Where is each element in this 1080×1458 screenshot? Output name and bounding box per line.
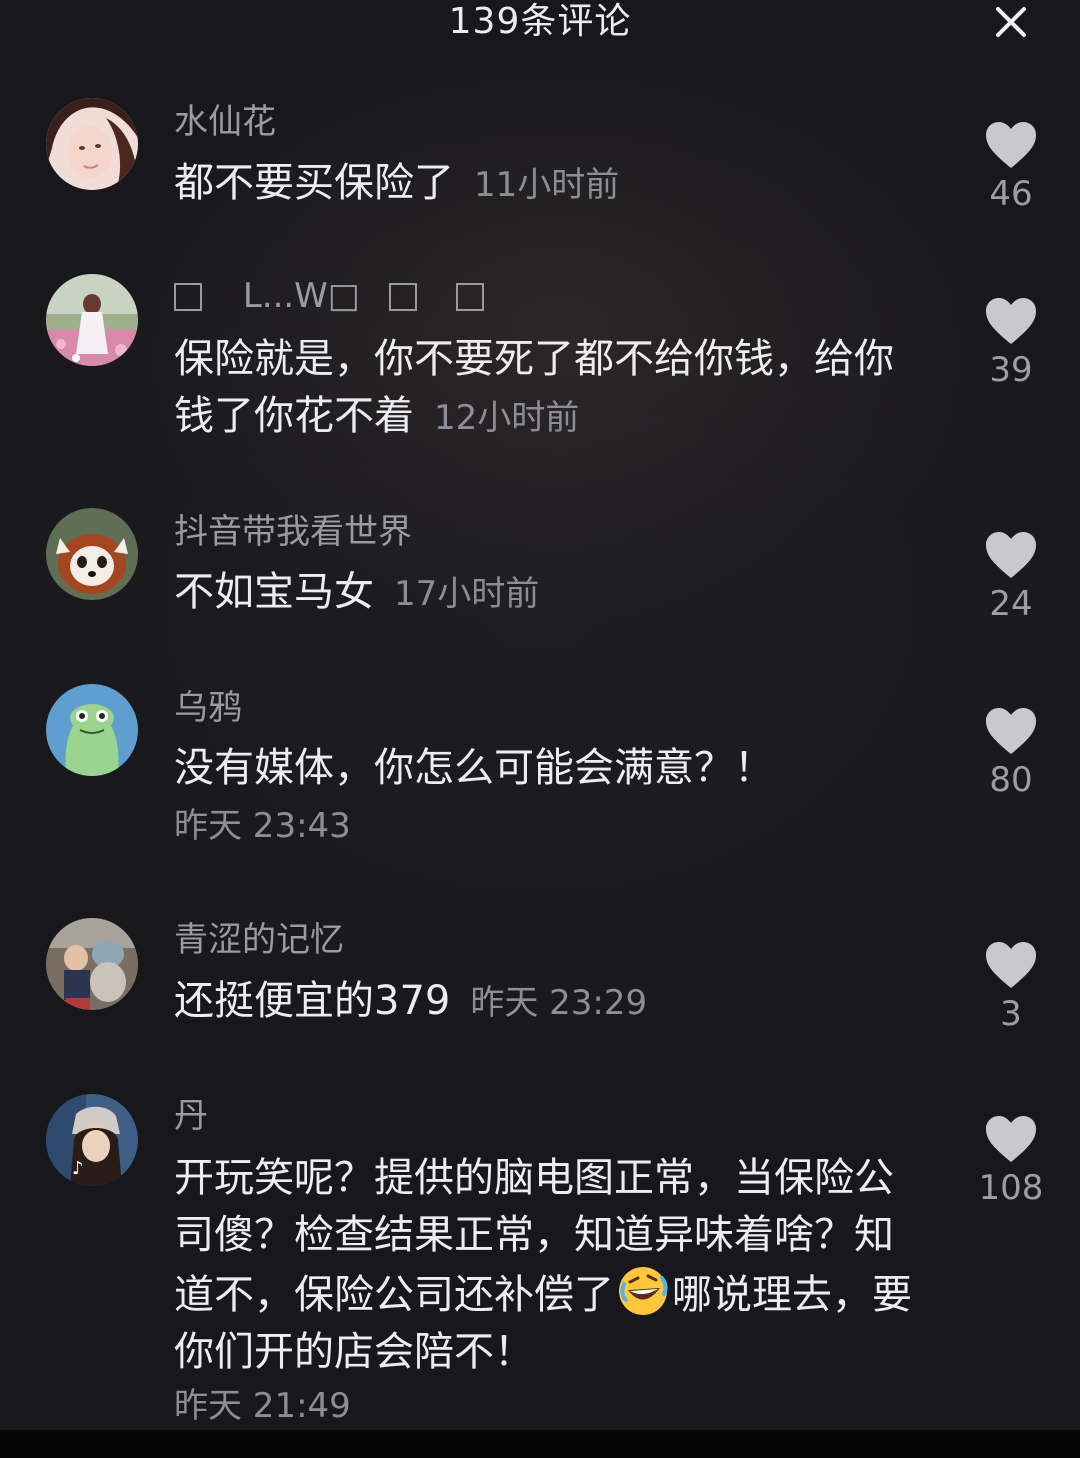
like-button[interactable]: 24: [970, 530, 1052, 624]
comment-username[interactable]: 抖音带我看世界: [174, 510, 412, 554]
avatar[interactable]: [46, 918, 138, 1010]
svg-text:♪: ♪: [72, 1158, 84, 1179]
comment-body: 还挺便宜的379 昨天 23:29: [174, 973, 924, 1032]
comment-body: 开玩笑呢？提供的脑电图正常，当保险公司傻？检查结果正常，知道异味着啥？知道不，保…: [174, 1150, 924, 1381]
comment-time: 昨天 23:29: [470, 983, 648, 1023]
heart-icon: [986, 708, 1036, 754]
like-count: 108: [978, 1168, 1044, 1208]
comment-time: 昨天 21:49: [174, 1386, 351, 1426]
comment-text: 还挺便宜的379: [174, 978, 451, 1024]
comment-body: 不如宝马女 17小时前: [174, 564, 924, 623]
heart-icon: [986, 942, 1036, 988]
avatar[interactable]: [46, 274, 138, 366]
username-segment: L...W□: [242, 276, 360, 316]
heart-icon: [986, 1116, 1036, 1162]
like-button[interactable]: 39: [970, 296, 1052, 390]
avatar[interactable]: [46, 98, 138, 190]
avatar[interactable]: [46, 684, 138, 776]
comment-body: 没有媒体，你怎么可能会满意？！: [174, 740, 924, 797]
comments-count-title: 139条评论: [448, 1, 632, 42]
unrendered-glyph: [455, 283, 484, 311]
like-count: 24: [989, 584, 1033, 624]
like-count: 46: [989, 174, 1033, 214]
comment-time: 17小时前: [394, 574, 540, 614]
rolling-on-floor-laughing-emoji: [619, 1267, 668, 1315]
unrendered-glyph: [174, 283, 202, 311]
like-button[interactable]: 108: [970, 1114, 1052, 1208]
heart-icon: [986, 532, 1036, 578]
comment-time: 11小时前: [474, 165, 620, 205]
comment-time: 昨天 23:43: [174, 806, 351, 846]
unrendered-glyph: [388, 283, 417, 311]
heart-icon: [986, 298, 1036, 344]
comment-username[interactable]: 青涩的记忆: [174, 918, 344, 962]
comment-username[interactable]: 丹: [174, 1094, 208, 1138]
comment-text: 没有媒体，你怎么可能会满意？！: [174, 745, 774, 791]
like-count: 80: [989, 760, 1033, 800]
comment-text: 都不要买保险了: [174, 160, 454, 206]
like-button[interactable]: 46: [970, 120, 1052, 214]
comment-username[interactable]: 水仙花: [174, 100, 276, 144]
comments-panel: 139条评论 水仙花 都不要买保险了 11小时前 46 L...W□ 保险就是，…: [0, 0, 1080, 1430]
avatar[interactable]: [46, 508, 138, 600]
avatar[interactable]: ♪: [46, 1094, 138, 1186]
comment-text: 不如宝马女: [174, 569, 374, 615]
heart-icon: [986, 122, 1036, 168]
like-button[interactable]: 80: [970, 706, 1052, 800]
comment-username[interactable]: 乌鸦: [174, 686, 242, 730]
comment-body: 保险就是，你不要死了都不给你钱，给你钱了你花不着 12小时前: [174, 331, 924, 447]
close-icon[interactable]: [990, 2, 1032, 42]
like-count: 3: [1000, 994, 1022, 1034]
comment-time: 12小时前: [434, 398, 580, 438]
comment-username[interactable]: L...W□: [174, 274, 484, 318]
like-count: 39: [989, 350, 1033, 390]
comment-body: 都不要买保险了 11小时前: [174, 155, 924, 214]
like-button[interactable]: 3: [970, 940, 1052, 1034]
bottom-bar: [0, 1430, 1080, 1458]
